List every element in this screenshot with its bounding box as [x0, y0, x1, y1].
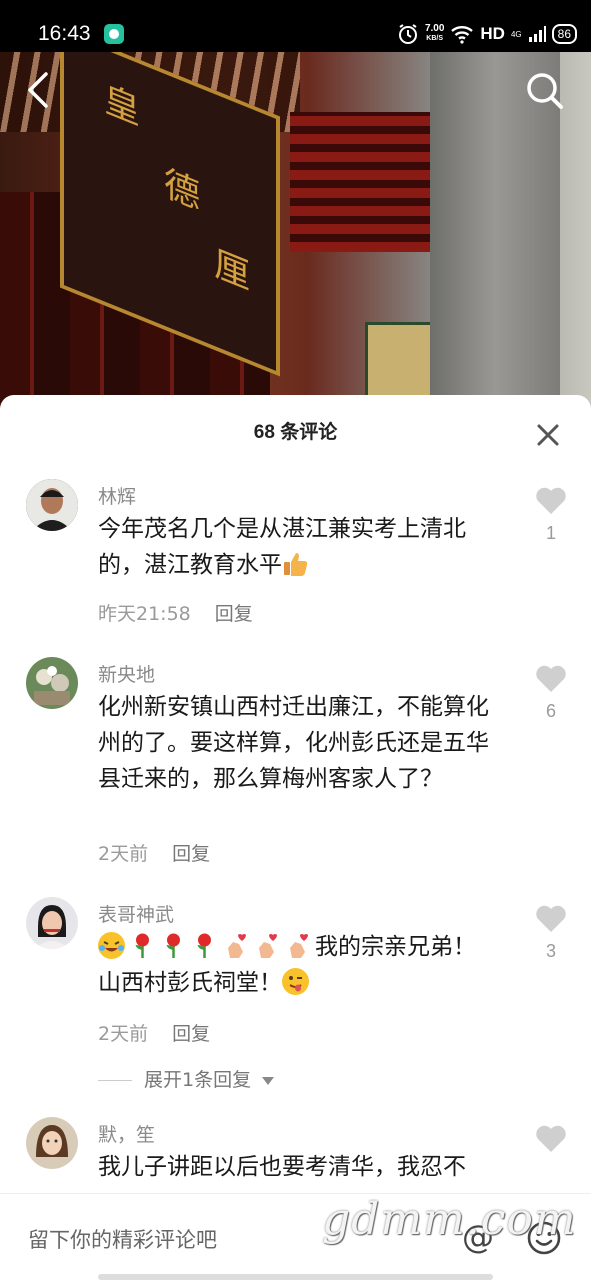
status-icons: 7.00 KB/S HD 4G 86 — [397, 20, 577, 48]
expand-replies-button[interactable]: 展开1条回复 — [98, 1065, 275, 1092]
like-button[interactable] — [534, 1125, 568, 1157]
comment-time: 2天前 — [98, 1023, 149, 1045]
finger-heart-icon — [253, 932, 280, 959]
battery-indicator: 86 — [551, 24, 577, 44]
like-button[interactable]: 6 — [534, 665, 568, 722]
comment-input-placeholder[interactable]: 留下你的精彩评论吧 — [28, 1224, 217, 1254]
avatar[interactable] — [26, 1117, 78, 1169]
comment-text: 今年茂名几个是从湛江兼实考上清北的，湛江教育水平 — [98, 511, 498, 583]
red-carving — [290, 112, 430, 252]
reply-button[interactable]: 回复 — [172, 1023, 210, 1045]
like-count: 3 — [545, 941, 556, 961]
hd-indicator: HD — [480, 24, 505, 43]
comment-meta: 2天前 回复 — [98, 1019, 210, 1046]
status-bar: 16:43 7.00 KB/S HD 4G 86 — [0, 0, 591, 60]
thumbs-up-icon — [282, 550, 309, 577]
reply-button[interactable]: 回复 — [172, 843, 210, 865]
comment-text: 我的宗亲兄弟！ 山西村彭氏祠堂！ — [98, 929, 498, 1001]
like-button[interactable]: 3 — [534, 905, 568, 962]
wifi-icon — [450, 24, 474, 44]
watermark: gdmm.com — [322, 1194, 577, 1245]
winking-tongue-emoji-icon — [282, 968, 309, 995]
caret-down-icon — [262, 1076, 275, 1085]
like-count: 6 — [545, 701, 556, 721]
comment-author[interactable]: 默，笙 — [98, 1120, 155, 1147]
home-indicator[interactable] — [98, 1274, 493, 1280]
search-button[interactable] — [524, 70, 566, 112]
plaque-char: 德 — [164, 162, 201, 219]
laughing-tears-emoji-icon — [98, 932, 125, 959]
reply-button[interactable]: 回复 — [215, 603, 253, 625]
comment-text: 化州新安镇山西村迁出廉江，不能算化州的了。要这样算，化州彭氏还是五华县迁来的，那… — [98, 694, 489, 792]
comment-author[interactable]: 林辉 — [98, 482, 136, 509]
comment-meta: 昨天21:58 回复 — [98, 599, 253, 626]
network-speed: 7.00 KB/S — [425, 24, 444, 44]
search-icon — [527, 73, 563, 109]
alarm-icon — [397, 23, 419, 45]
comment-text-content: 山西村彭氏祠堂！ — [98, 970, 282, 996]
network-type-label: 4G — [510, 29, 522, 39]
network-speed-value: 7.00 — [424, 23, 445, 34]
finger-heart-icon — [222, 932, 249, 959]
rose-icon — [191, 932, 218, 959]
comment-time: 昨天21:58 — [98, 603, 191, 625]
rose-icon — [160, 932, 187, 959]
comment-author[interactable]: 新央地 — [98, 660, 155, 687]
network-type: 4G — [511, 30, 522, 39]
rose-icon — [129, 932, 156, 959]
finger-heart-icon — [284, 932, 311, 959]
divider — [98, 1080, 132, 1081]
comment-sheet: 68 条评论 林辉 今年茂名几个是从湛江兼实考上清北的，湛江教育水平 昨天21:… — [0, 395, 591, 1280]
close-icon — [537, 424, 559, 446]
avatar[interactable] — [26, 657, 78, 709]
comment-time: 2天前 — [98, 843, 149, 865]
heart-icon — [536, 665, 566, 692]
network-speed-unit: KB/S — [426, 35, 444, 42]
comment-count-title: 68 条评论 — [253, 422, 338, 443]
comment-text-content: 我的宗亲兄弟！ — [315, 934, 476, 960]
like-count: 1 — [545, 523, 556, 543]
comment-author[interactable]: 表哥神武 — [98, 900, 174, 927]
avatar[interactable] — [26, 897, 78, 949]
heart-icon — [536, 1125, 566, 1152]
expand-replies-label: 展开1条回复 — [144, 1069, 252, 1091]
signal-icon — [528, 25, 546, 43]
app-notification-icon — [104, 24, 124, 44]
status-time: 16:43 — [38, 22, 91, 45]
plaque-char: 皇 — [104, 78, 141, 134]
like-button[interactable]: 1 — [534, 487, 568, 544]
plaque-char: 厘 — [214, 242, 251, 299]
chevron-left-icon — [28, 72, 48, 108]
heart-icon — [536, 905, 566, 932]
heart-icon — [536, 487, 566, 514]
close-button[interactable] — [534, 421, 562, 449]
comment-meta: 2天前 回复 — [98, 839, 210, 866]
avatar[interactable] — [26, 479, 78, 531]
back-button[interactable] — [22, 68, 58, 112]
video-preview[interactable]: 皇 德 厘 — [0, 52, 591, 412]
